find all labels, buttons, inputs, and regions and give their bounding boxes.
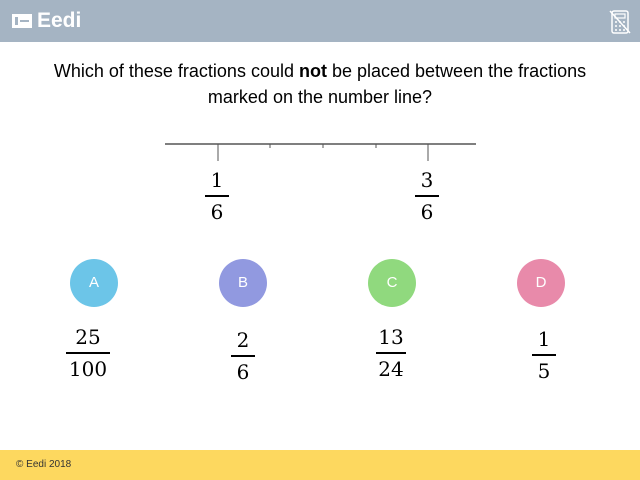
question-part-1: Which of these fractions could [53,61,299,81]
option-d-letter: D [535,274,547,291]
fraction-bar [376,352,406,354]
option-a-fraction: 25 100 [66,325,110,381]
eedi-logo-icon [12,14,32,28]
fraction-denominator: 24 [378,356,404,381]
fraction-bar [66,352,110,354]
option-b-letter: B [237,274,248,291]
option-a-button[interactable]: A [70,259,118,307]
number-line-mark-1: 1 6 [205,168,229,224]
question-emphasis: not [298,61,327,81]
eedi-logo[interactable]: Eedi [12,9,81,33]
fraction-denominator: 5 [537,358,551,383]
fraction-numerator: 3 [420,168,434,192]
option-c-fraction: 13 24 [376,325,406,381]
fraction-numerator: 13 [378,325,404,349]
fraction-denominator: 100 [68,356,108,381]
fraction-bar [231,355,255,357]
option-b-button[interactable]: B [219,259,267,307]
fraction-numerator: 1 [537,327,551,351]
fraction-denominator: 6 [210,199,224,224]
fraction-denominator: 6 [420,199,434,224]
option-d-fraction: 1 5 [532,327,556,383]
header-bar: Eedi [0,0,640,42]
fraction-denominator: 6 [236,359,250,384]
fraction-numerator: 25 [75,325,101,349]
option-a-letter: A [88,274,99,291]
fraction-numerator: 2 [236,328,250,352]
calculator-disabled-icon[interactable] [609,10,631,34]
fraction-bar [415,195,439,197]
question-text: Which of these fractions could not be pl… [40,58,600,110]
fraction-bar [205,195,229,197]
logo-text: Eedi [37,9,82,32]
number-line-mark-2: 3 6 [415,168,439,224]
option-c-button[interactable]: C [368,259,416,307]
option-c-letter: C [386,274,398,291]
footer-bar: © Eedi 2018 [0,450,640,480]
option-d-button[interactable]: D [517,259,565,307]
fraction-numerator: 1 [210,168,224,192]
copyright-text: © Eedi 2018 [16,459,72,470]
number-line [165,143,476,161]
fraction-bar [532,354,556,356]
option-b-fraction: 2 6 [231,328,255,384]
